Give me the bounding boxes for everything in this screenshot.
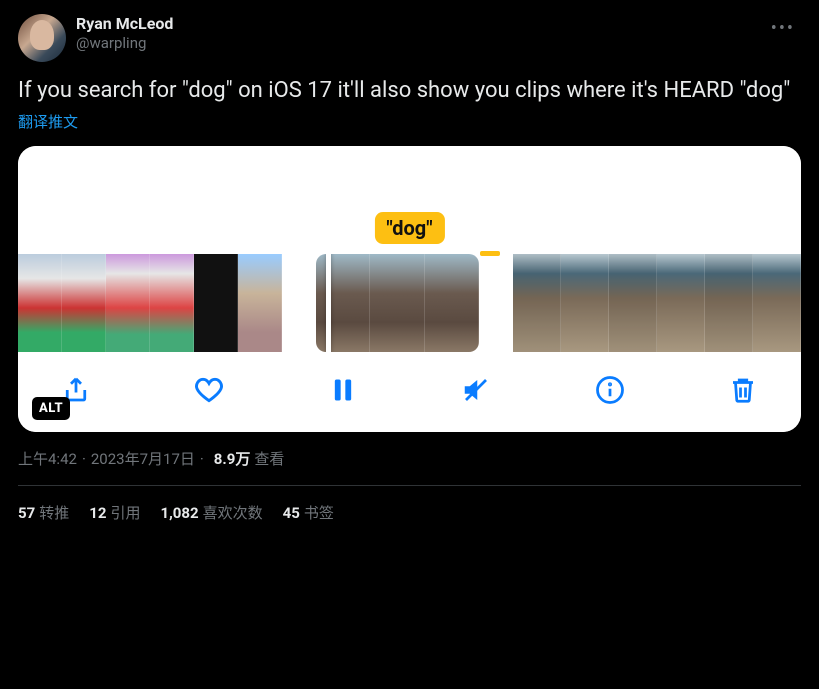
clip-thumbnail[interactable]	[425, 254, 479, 352]
clip-thumbnail[interactable]	[106, 254, 150, 352]
pause-icon[interactable]	[325, 372, 361, 408]
avatar[interactable]	[18, 14, 66, 62]
likes-count: 1,082	[160, 504, 198, 522]
clip-timeline[interactable]	[18, 254, 801, 352]
heart-icon[interactable]	[191, 372, 227, 408]
tweet-container: Ryan McLeod @warpling ••• If you search …	[0, 0, 819, 523]
info-icon[interactable]	[592, 372, 628, 408]
likes-stat[interactable]: 1,082 喜欢次数	[160, 502, 262, 523]
clip-thumbnail[interactable]	[62, 254, 106, 352]
display-name: Ryan McLeod	[76, 14, 755, 33]
likes-label: 喜欢次数	[203, 504, 263, 522]
clip-thumbnail[interactable]	[609, 254, 657, 352]
tweet-text: If you search for "dog" on iOS 17 it'll …	[18, 76, 801, 105]
mute-icon[interactable]	[458, 372, 494, 408]
clip-thumbnail[interactable]	[316, 254, 370, 352]
bookmarks-label: 书签	[304, 504, 334, 522]
tweet-header: Ryan McLeod @warpling •••	[18, 14, 801, 62]
clip-group-active[interactable]	[316, 254, 479, 352]
retweets-count: 57	[18, 504, 35, 522]
bookmarks-count: 45	[283, 504, 300, 522]
translate-link[interactable]: 翻译推文	[18, 111, 78, 132]
retweets-stat[interactable]: 57转推	[18, 502, 69, 523]
clip-thumbnail[interactable]	[753, 254, 801, 352]
playhead-icon[interactable]	[326, 254, 331, 352]
clip-thumbnail[interactable]	[513, 254, 561, 352]
user-handle: @warpling	[76, 34, 755, 52]
separator-dot: ·	[200, 450, 204, 468]
clip-thumbnail[interactable]	[150, 254, 194, 352]
retweets-label: 转推	[39, 504, 69, 522]
quotes-label: 引用	[110, 504, 140, 522]
views-count: 8.9万	[214, 448, 251, 469]
search-term-badge: "dog"	[374, 212, 444, 244]
stats-row: 57转推 12引用 1,082 喜欢次数 45书签	[18, 486, 801, 523]
tweet-meta: 上午4:42 · 2023年7月17日 · 8.9万 查看	[18, 448, 801, 469]
media-controls	[18, 352, 801, 432]
trash-icon[interactable]	[725, 372, 761, 408]
clip-thumbnail[interactable]	[18, 254, 62, 352]
separator-dot: ·	[82, 450, 86, 468]
media-header-area: "dog"	[18, 146, 801, 254]
quotes-stat[interactable]: 12引用	[89, 502, 140, 523]
tweet-time[interactable]: 上午4:42	[18, 448, 77, 469]
quotes-count: 12	[89, 504, 106, 522]
tweet-date[interactable]: 2023年7月17日	[91, 448, 195, 469]
clip-group[interactable]	[18, 254, 282, 352]
user-block[interactable]: Ryan McLeod @warpling	[76, 14, 755, 52]
alt-badge[interactable]: ALT	[32, 397, 70, 420]
clip-thumbnail[interactable]	[561, 254, 609, 352]
bookmarks-stat[interactable]: 45书签	[283, 502, 334, 523]
more-options-button[interactable]: •••	[765, 14, 801, 43]
playhead-marker-icon	[480, 251, 500, 256]
clip-thumbnail[interactable]	[194, 254, 238, 352]
clip-thumbnail[interactable]	[370, 254, 424, 352]
clip-thumbnail[interactable]	[657, 254, 705, 352]
media-card[interactable]: "dog"	[18, 146, 801, 432]
clip-thumbnail[interactable]	[705, 254, 753, 352]
views-label: 查看	[254, 448, 284, 469]
clip-group[interactable]	[513, 254, 801, 352]
clip-thumbnail[interactable]	[238, 254, 282, 352]
